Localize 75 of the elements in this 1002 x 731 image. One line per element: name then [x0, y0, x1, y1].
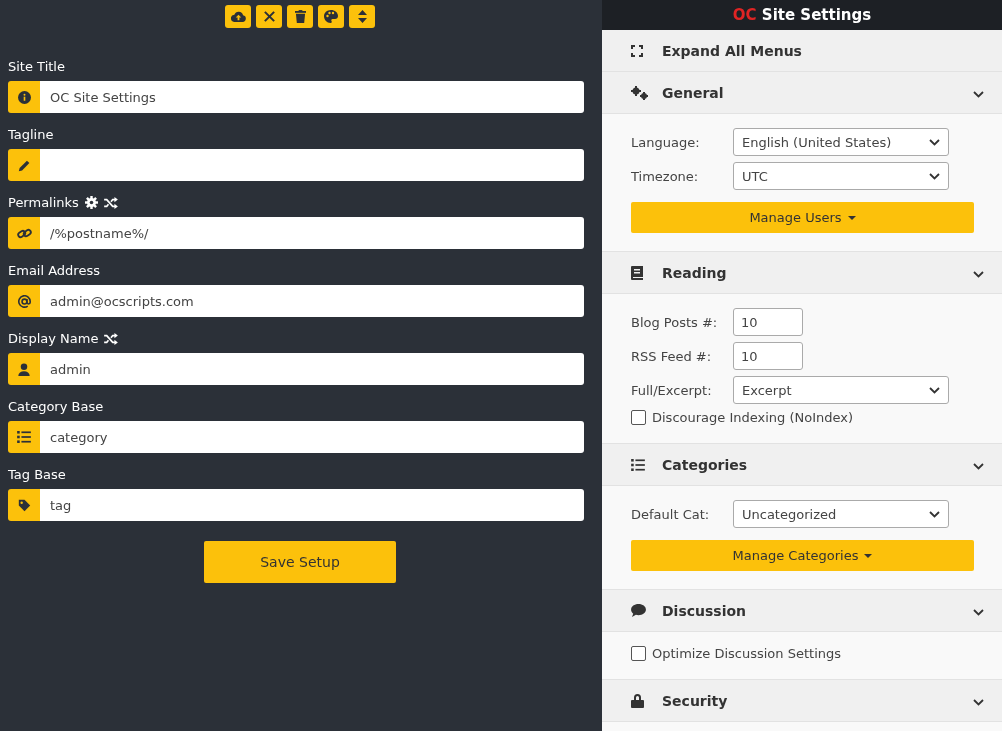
checkbox-label: Optimize Discussion Settings: [652, 646, 841, 661]
checkbox[interactable]: [631, 410, 646, 425]
text-field[interactable]: /%postname%/: [40, 217, 584, 249]
pencil-icon: [17, 158, 31, 172]
checkbox[interactable]: [631, 646, 646, 661]
field-label: Category Base: [8, 399, 104, 414]
text-field[interactable]: admin: [40, 353, 584, 385]
theme-button[interactable]: [318, 5, 344, 28]
shuffle-icon[interactable]: [104, 332, 119, 345]
caret-icon: [847, 215, 856, 220]
setting-label: Language:: [631, 134, 701, 150]
setting-label: Blog Posts #:: [631, 314, 719, 330]
save-button[interactable]: Save Setup: [204, 541, 396, 583]
section-header[interactable]: Categories: [602, 444, 1002, 486]
field-label: Tagline: [8, 127, 54, 142]
dropdown[interactable]: English (United States): [733, 128, 949, 156]
field-label: Display Name: [8, 331, 99, 346]
field-label: Site Title: [8, 59, 65, 74]
up-down-arrows-icon: [357, 10, 367, 23]
upload-button[interactable]: [225, 5, 251, 28]
tag-icon: [17, 498, 31, 512]
section-header[interactable]: Reading: [602, 252, 1002, 294]
dropdown[interactable]: Excerpt: [733, 376, 949, 404]
tools-button[interactable]: [256, 5, 282, 28]
text-field[interactable]: admin@ocscripts.com: [40, 285, 584, 317]
chevron-down-icon: [973, 91, 984, 98]
text-field[interactable]: [40, 149, 584, 181]
dropdown[interactable]: Uncategorized: [733, 500, 949, 528]
field-label: Tag Base: [8, 467, 66, 482]
palette-icon: [324, 10, 338, 23]
text-field[interactable]: tag: [40, 489, 584, 521]
user-icon: [18, 362, 30, 376]
list-icon: [17, 431, 31, 443]
delete-button[interactable]: [287, 5, 313, 28]
gear-icon[interactable]: [84, 196, 98, 209]
expand-icon: [631, 44, 643, 57]
chevron-down-icon: [973, 463, 984, 470]
info-icon: [17, 90, 31, 104]
dropdown-button[interactable]: Manage Categories: [631, 540, 974, 571]
chevron-down-icon: [929, 386, 940, 394]
cloud-upload-icon: [230, 11, 246, 22]
text-field[interactable]: OC Site Settings: [40, 81, 584, 113]
setting-label: Timezone:: [631, 168, 700, 184]
field-label: Email Address: [8, 263, 100, 278]
text-field[interactable]: category: [40, 421, 584, 453]
chevron-down-icon: [973, 271, 984, 278]
setting-label: Default Cat:: [631, 506, 711, 522]
chevron-down-icon: [973, 699, 984, 706]
chevron-down-icon: [929, 138, 940, 146]
section-header[interactable]: Discussion: [602, 590, 1002, 632]
section-header[interactable]: General: [602, 72, 1002, 114]
chevron-down-icon: [929, 172, 940, 180]
chevron-down-icon: [929, 510, 940, 518]
setting-label: Full/Excerpt:: [631, 382, 713, 398]
trash-icon: [294, 10, 306, 23]
panel-title: OC Site Settings: [602, 0, 1002, 30]
dropdown-button[interactable]: Manage Users: [631, 202, 974, 233]
at-sign-icon: [17, 294, 31, 308]
book-icon: [631, 265, 643, 280]
speech-bubble-icon: [631, 604, 646, 617]
link-icon: [16, 226, 32, 240]
shuffle-icon[interactable]: [103, 196, 118, 209]
caret-icon: [864, 553, 873, 558]
checkbox-label: Discourage Indexing (NoIndex): [652, 410, 854, 425]
sort-button[interactable]: [349, 5, 375, 28]
chevron-down-icon: [973, 609, 984, 616]
number-field[interactable]: 10: [733, 342, 803, 370]
number-field[interactable]: 10: [733, 308, 803, 336]
dropdown[interactable]: UTC: [733, 162, 949, 190]
setting-label: RSS Feed #:: [631, 348, 713, 364]
expand-all-row[interactable]: Expand All Menus: [602, 30, 1002, 72]
section-header[interactable]: Security: [602, 680, 1002, 722]
list-icon: [631, 458, 645, 471]
lock-icon: [631, 693, 644, 708]
field-label: Permalinks: [8, 195, 79, 210]
